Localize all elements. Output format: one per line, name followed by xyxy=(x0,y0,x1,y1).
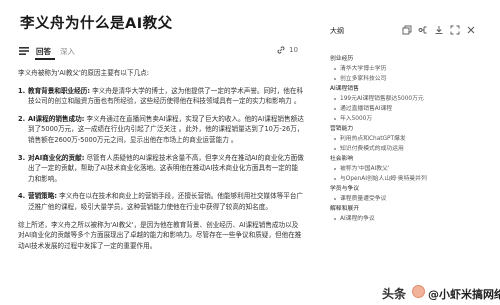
download-icon[interactable] xyxy=(434,25,444,35)
outline-header: 大纲 xyxy=(324,24,500,38)
list-item-heading: 教育背景和职业经历: xyxy=(28,86,90,95)
watermark-logo: 头条 xyxy=(382,287,407,301)
outline-item[interactable]: 清华大学博士学历 xyxy=(330,64,480,74)
copy-icon[interactable] xyxy=(402,25,412,35)
outline-section-heading[interactable]: 营销能力 xyxy=(330,124,480,134)
avatar xyxy=(412,285,425,298)
list-item-text: 李义舟在以在技术和商业上的营销手段，还擅长营销。他能够利用社交媒体等平台广泛推广… xyxy=(28,192,304,211)
outline-section-heading[interactable]: AI课程销售 xyxy=(330,84,480,94)
list-number: 3. xyxy=(18,153,26,162)
tab-deep-dive[interactable]: 深入 xyxy=(60,46,75,57)
outline-item[interactable]: 199元AI课程销售额达5000万元 xyxy=(330,94,480,104)
source-count: 10 xyxy=(289,46,298,54)
answer-content: 李义舟被称为'AI教父'的原因主要有以下几点: 1. 教育背景和职业经历: 李义… xyxy=(18,68,304,251)
outline-item[interactable]: 课程质量遭受争议 xyxy=(330,194,480,204)
list-number: 4. xyxy=(18,192,26,201)
list-item: 3. 对AI商业化的贡献: 尽管有人质疑他的AI课程技术含量不高，但李义舟在推动… xyxy=(18,153,304,185)
outline-item[interactable]: 年入5000万 xyxy=(330,114,480,124)
outline-item[interactable]: 利用热点和ChatGPT爆发 xyxy=(330,134,480,144)
list-number: 1. xyxy=(18,86,26,95)
list-item-heading: 对AI商业化的贡献: xyxy=(28,153,85,162)
outline-tree: 创业经历 清华大学博士学历 创立多家科技公司 AI课程销售 199元AI课程销售… xyxy=(330,54,480,224)
outline-section-heading[interactable]: 解释和展开 xyxy=(330,204,480,214)
outline-section-heading[interactable]: 创业经历 xyxy=(330,54,480,64)
outline-section-heading[interactable]: 学员与争议 xyxy=(330,184,480,194)
article-panel: 李义舟为什么是AI教父 回答 深入 10 李义舟被称为'AI教父'的原因主要有以… xyxy=(0,0,318,305)
list-item-heading: 营销策略: xyxy=(28,192,58,201)
outline-title: 大纲 xyxy=(330,27,344,35)
outline-item[interactable]: 与OpenAI创始人山姆·奥特曼并列 xyxy=(330,174,480,184)
mindmap-icon[interactable] xyxy=(418,25,428,35)
outline-item[interactable]: 创立多家科技公司 xyxy=(330,74,480,84)
outline-item[interactable]: 被称为'中国AI教父' xyxy=(330,164,480,174)
outline-panel: 大纲 创业经历 清华大学博士学历 创立多家科技公司 AI课程销售 199元AI课… xyxy=(324,0,500,305)
list-item: 2. AI课程的销售成功: 李义舟通过在直播间售卖AI课程，实现了巨大的收入。他… xyxy=(18,114,304,146)
list-item: 1. 教育背景和职业经历: 李义舟是清华大学的博士，这为他提供了一定的学术声誉。… xyxy=(18,86,304,107)
list-item: 4. 营销策略: 李义舟在以在技术和商业上的营销手段，还擅长营销。他能够利用社交… xyxy=(18,191,304,212)
answer-tabs: 回答 深入 10 xyxy=(18,44,300,62)
list-number: 2. xyxy=(18,114,26,123)
active-tab-indicator xyxy=(35,58,55,60)
expand-icon[interactable] xyxy=(450,25,460,35)
list-item-heading: AI课程的销售成功: xyxy=(28,114,85,123)
watermark-handle: @小虾米搞网络 xyxy=(428,288,500,301)
answer-list-icon xyxy=(19,47,29,55)
tab-answer[interactable]: 回答 xyxy=(36,46,51,57)
answer-intro: 李义舟被称为'AI教父'的原因主要有以下几点: xyxy=(18,69,149,77)
outline-section-heading[interactable]: 社会影响 xyxy=(330,154,480,164)
outline-item[interactable]: AI课程的争议 xyxy=(330,214,480,224)
close-icon[interactable] xyxy=(466,25,476,35)
answer-summary: 综上所述，李义舟之所以被称为'AI教父'，是因为他在教育背景、创业经历、AI课程… xyxy=(18,220,302,250)
outline-item[interactable]: 知识付费模式的成功运用 xyxy=(330,144,480,154)
page-title: 李义舟为什么是AI教父 xyxy=(20,16,173,32)
outline-item[interactable]: 通过直播销售AI课程 xyxy=(330,104,480,114)
link-icon[interactable] xyxy=(276,45,286,55)
page: 李义舟为什么是AI教父 回答 深入 10 李义舟被称为'AI教父'的原因主要有以… xyxy=(0,0,500,305)
